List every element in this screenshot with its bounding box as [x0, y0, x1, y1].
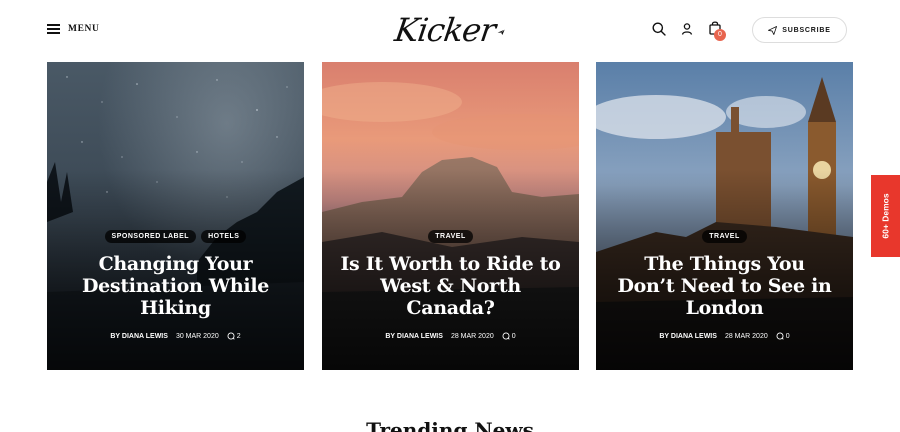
author-name[interactable]: DIANA LEWIS	[122, 333, 168, 340]
search-icon[interactable]	[651, 21, 667, 37]
menu-button[interactable]: MENU	[47, 20, 99, 38]
tag-badge[interactable]: TRAVEL	[702, 230, 747, 243]
demos-side-tab[interactable]: 60+ Demos	[871, 175, 900, 257]
cart-count-badge: 0	[714, 29, 726, 41]
author-prefix: BY	[110, 332, 120, 340]
post-tags: TRAVEL	[702, 230, 747, 243]
comment-count: 2	[236, 332, 241, 340]
subscribe-label: SUBSCRIBE	[782, 26, 831, 34]
subscribe-button[interactable]: SUBSCRIBE	[752, 17, 847, 43]
site-header: MENU Kicker 0 SUBSCRIBE	[0, 0, 900, 60]
post-title[interactable]: The Things You Don’t Need to See in Lond…	[614, 253, 835, 319]
author-prefix: BY	[385, 332, 395, 340]
section-heading: Trending News	[366, 418, 534, 432]
tag-badge[interactable]: HOTELS	[201, 230, 247, 243]
site-logo[interactable]: Kicker	[392, 2, 505, 58]
post-title[interactable]: Is It Worth to Ride to West & North Cana…	[340, 253, 561, 319]
user-icon[interactable]	[679, 21, 695, 37]
comment-icon	[502, 332, 510, 340]
airplane-icon	[497, 29, 505, 35]
tag-badge[interactable]: TRAVEL	[428, 230, 473, 243]
post-date: 30 MAR 2020	[175, 332, 219, 340]
comments-link[interactable]: 0	[502, 332, 516, 340]
post-card[interactable]: TRAVEL The Things You Don’t Need to See …	[596, 62, 853, 370]
author-prefix: BY	[659, 332, 669, 340]
comments-link[interactable]: 2	[227, 332, 241, 340]
send-icon	[768, 25, 778, 35]
comments-link[interactable]: 0	[776, 332, 790, 340]
demos-label: 60+ Demos	[880, 193, 891, 239]
post-tags: TRAVEL	[428, 230, 473, 243]
author-name[interactable]: DIANA LEWIS	[397, 333, 443, 340]
post-title[interactable]: Changing Your Destination While Hiking	[65, 253, 286, 319]
post-tags: SPONSORED LABEL HOTELS	[104, 230, 247, 243]
hamburger-icon	[47, 24, 60, 34]
author-name[interactable]: DIANA LEWIS	[671, 333, 717, 340]
post-card[interactable]: SPONSORED LABEL HOTELS Changing Your Des…	[47, 62, 304, 370]
post-date: 28 MAR 2020	[450, 332, 494, 340]
post-meta: BY DIANA LEWIS 28 MAR 2020 0	[322, 332, 579, 340]
post-meta: BY DIANA LEWIS 30 MAR 2020 2	[47, 332, 304, 340]
post-card[interactable]: TRAVEL Is It Worth to Ride to West & Nor…	[322, 62, 579, 370]
post-date: 28 MAR 2020	[724, 332, 768, 340]
tag-badge[interactable]: SPONSORED LABEL	[104, 230, 197, 243]
post-meta: BY DIANA LEWIS 28 MAR 2020 0	[596, 332, 853, 340]
comment-count: 0	[785, 332, 790, 340]
menu-label: MENU	[68, 24, 100, 34]
comment-count: 0	[511, 332, 516, 340]
logo-text: Kicker	[392, 11, 498, 49]
page: MENU Kicker 0 SUBSCRIBE SPONSORED LABEL …	[0, 0, 900, 432]
comment-icon	[227, 332, 235, 340]
comment-icon	[776, 332, 784, 340]
